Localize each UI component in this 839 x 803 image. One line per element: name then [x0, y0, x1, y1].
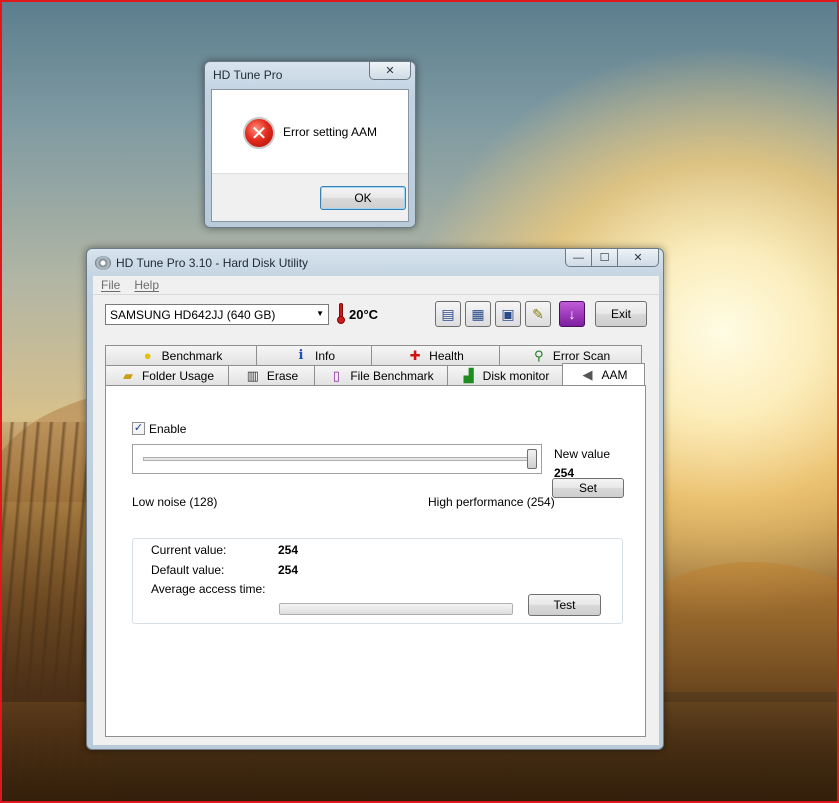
- tab-label: Erase: [266, 368, 299, 383]
- error-message: Error setting AAM: [283, 125, 378, 139]
- slider-thumb[interactable]: [527, 449, 537, 469]
- tab-file-benchmark[interactable]: ▯ File Benchmark: [314, 365, 448, 385]
- close-button[interactable]: ✕: [617, 249, 659, 267]
- maximize-button[interactable]: ☐: [591, 249, 617, 267]
- tab-label: Folder Usage: [141, 368, 215, 383]
- trash-icon: ▥: [246, 367, 259, 383]
- disk-monitor-icon: ▟: [463, 367, 474, 383]
- maximize-icon: ☐: [599, 252, 610, 264]
- enable-checkbox[interactable]: ✓: [132, 422, 145, 435]
- exit-button[interactable]: Exit: [595, 301, 647, 327]
- aam-panel: ✓ Enable New value 254 Low noise (128) H…: [105, 385, 646, 737]
- new-value-label: New value: [554, 447, 611, 461]
- current-value-label: Current value:: [151, 543, 227, 557]
- slider-track: [143, 457, 531, 461]
- minimize-button[interactable]: —: [565, 249, 591, 267]
- tab-folder-usage[interactable]: ▰ Folder Usage: [105, 365, 229, 385]
- menu-bar: File Help: [93, 276, 659, 295]
- folder-icon: ▰: [122, 367, 133, 383]
- body-area: ● Benchmark i Info ✚ Health ⚲ Error Scan…: [93, 337, 659, 745]
- thermometer-icon: [337, 303, 345, 325]
- health-cross-icon: ✚: [409, 347, 421, 363]
- tab-label: Disk monitor: [482, 368, 550, 383]
- current-value: 254: [278, 543, 299, 557]
- tab-info[interactable]: i Info: [256, 345, 372, 365]
- down-arrow-icon: ↓: [568, 306, 576, 322]
- copy-screenshot-button[interactable]: ▦: [465, 301, 491, 327]
- default-value-label: Default value:: [151, 563, 225, 577]
- app-disk-icon: [95, 256, 111, 270]
- speaker-icon: ◀: [582, 366, 593, 382]
- toolbar: SAMSUNG HD642JJ (640 GB) ▼ 20°C ▤ ▦ ▣ ✎ …: [93, 295, 659, 337]
- dialog-title: HD Tune Pro: [213, 68, 283, 82]
- file-benchmark-icon: ▯: [332, 367, 340, 383]
- dialog-footer: OK: [212, 173, 408, 221]
- checkmark-icon: ✓: [133, 422, 144, 434]
- tab-label: Info: [314, 348, 335, 363]
- high-performance-label: High performance (254): [428, 495, 555, 509]
- ok-button[interactable]: OK: [320, 186, 406, 210]
- close-icon: ✕: [633, 252, 643, 264]
- tab-row-1: ● Benchmark i Info ✚ Health ⚲ Error Scan: [105, 345, 642, 365]
- close-icon: ✕: [385, 65, 395, 77]
- download-button[interactable]: ↓: [559, 301, 585, 327]
- set-button[interactable]: Set: [552, 478, 624, 498]
- average-access-label: Average access time:: [151, 582, 266, 596]
- drive-select-value: SAMSUNG HD642JJ (640 GB): [110, 308, 276, 322]
- copy-info-button[interactable]: ▤: [435, 301, 461, 327]
- save-button[interactable]: ▣: [495, 301, 521, 327]
- dialog-client: ✕ Error setting AAM OK: [211, 89, 409, 222]
- tab-label: File Benchmark: [350, 368, 434, 383]
- tab-disk-monitor[interactable]: ▟ Disk monitor: [447, 365, 563, 385]
- access-time-progress: [279, 603, 513, 615]
- options-icon: ✎: [532, 305, 544, 322]
- copy-icon: ▤: [441, 305, 455, 322]
- save-disk-icon: ▣: [501, 305, 515, 322]
- info-icon: i: [298, 348, 304, 363]
- tab-label: Health: [429, 348, 464, 363]
- tab-row-2: ▰ Folder Usage ▥ Erase ▯ File Benchmark …: [105, 363, 645, 385]
- minimize-icon: —: [573, 251, 584, 264]
- tab-error-scan[interactable]: ⚲ Error Scan: [499, 345, 642, 365]
- tab-erase[interactable]: ▥ Erase: [228, 365, 315, 385]
- error-icon: ✕: [243, 117, 275, 149]
- copy-all-icon: ▦: [471, 305, 485, 322]
- dialog-close-button[interactable]: ✕: [369, 62, 411, 80]
- lightbulb-icon: ●: [143, 348, 152, 363]
- tab-aam[interactable]: ◀ AAM: [562, 363, 645, 385]
- window-caption-buttons: — ☐ ✕: [565, 249, 659, 267]
- error-dialog: HD Tune Pro ✕ ✕ Error setting AAM OK: [204, 61, 416, 228]
- menu-file[interactable]: File: [101, 278, 120, 292]
- tab-label: AAM: [601, 367, 628, 382]
- aam-slider[interactable]: [132, 444, 542, 474]
- tab-label: Error Scan: [552, 348, 611, 363]
- tab-health[interactable]: ✚ Health: [371, 345, 500, 365]
- temperature-readout: 20°C: [349, 307, 379, 322]
- tab-benchmark[interactable]: ● Benchmark: [105, 345, 257, 365]
- dropdown-arrow-icon: ▼: [316, 309, 324, 318]
- drive-select[interactable]: SAMSUNG HD642JJ (640 GB) ▼: [105, 304, 329, 325]
- menu-help[interactable]: Help: [134, 278, 159, 292]
- enable-label: Enable: [149, 422, 187, 436]
- default-value: 254: [278, 563, 299, 577]
- magnifier-icon: ⚲: [534, 347, 544, 363]
- options-button[interactable]: ✎: [525, 301, 551, 327]
- tab-label: Benchmark: [161, 348, 223, 363]
- window-title: HD Tune Pro 3.10 - Hard Disk Utility: [116, 256, 309, 270]
- low-noise-label: Low noise (128): [132, 495, 218, 509]
- test-button[interactable]: Test: [528, 594, 601, 616]
- aam-status-group: Current value: 254 Default value: 254 Av…: [132, 538, 623, 624]
- main-window: HD Tune Pro 3.10 - Hard Disk Utility — ☐…: [86, 248, 664, 750]
- dialog-caption-buttons: ✕: [369, 62, 411, 80]
